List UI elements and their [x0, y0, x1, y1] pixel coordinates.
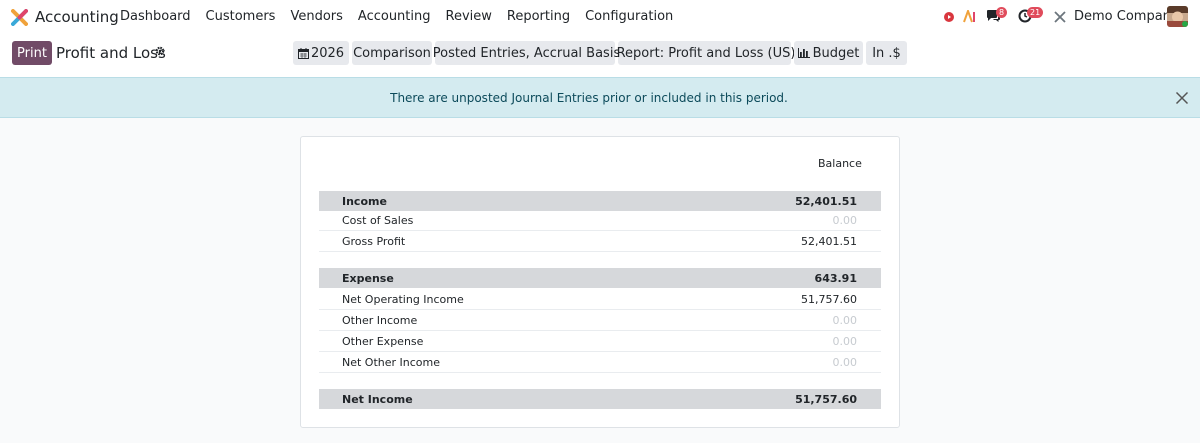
alert-message: There are unposted Journal Entries prior…	[390, 91, 788, 105]
row-label: Expense	[342, 271, 394, 285]
unposted-entries-alert: There are unposted Journal Entries prior…	[0, 77, 1200, 118]
row-value: 52,401.51	[795, 194, 857, 208]
comparison-label: Comparison	[353, 45, 431, 61]
company-switcher[interactable]: Demo Company	[1074, 9, 1179, 24]
gear-icon[interactable]	[155, 46, 165, 56]
row-value: 0.00	[832, 355, 858, 369]
currency-label: In .$	[872, 45, 901, 61]
accounting-app-icon[interactable]	[11, 9, 28, 26]
row-value: 51,757.60	[795, 392, 857, 406]
top-navbar: Accounting Dashboard Customers Vendors A…	[0, 0, 1200, 34]
main-menu: Dashboard Customers Vendors Accounting R…	[120, 9, 673, 24]
report-row-expense[interactable]: Expense 643.91	[319, 268, 881, 288]
report-row-other-income[interactable]: Other Income 0.00	[319, 310, 881, 331]
menu-vendors[interactable]: Vendors	[290, 9, 342, 24]
budget-button[interactable]: Budget	[794, 41, 863, 65]
row-value: 0.00	[832, 313, 858, 327]
row-label: Income	[342, 194, 387, 208]
report-row-net-other-income[interactable]: Net Other Income 0.00	[319, 352, 881, 373]
entries-filter-label: Posted Entries, Accrual Basis	[432, 45, 621, 61]
menu-configuration[interactable]: Configuration	[585, 9, 673, 24]
row-label: Gross Profit	[342, 234, 406, 248]
messages-badge: 8	[996, 7, 1008, 18]
row-value: 0.00	[832, 334, 858, 348]
report-row-income[interactable]: Income 52,401.51	[319, 191, 881, 211]
menu-dashboard[interactable]: Dashboard	[120, 9, 191, 24]
activities-badge: 21	[1027, 7, 1044, 18]
row-label: Net Other Income	[342, 355, 441, 369]
currency-button[interactable]: In .$	[866, 41, 907, 65]
row-value: 52,401.51	[801, 234, 857, 248]
ai-icon[interactable]	[963, 10, 977, 23]
row-value: 0.00	[832, 213, 858, 227]
bar-chart-icon	[797, 48, 810, 58]
report-row-net-income[interactable]: Net Income 51,757.60	[319, 389, 881, 409]
budget-label: Budget	[812, 45, 860, 61]
date-filter-button[interactable]: 2026	[293, 41, 349, 65]
row-label: Net Income	[342, 392, 413, 406]
messages-tray[interactable]: 8	[986, 7, 1010, 25]
date-filter-label: 2026	[310, 45, 345, 61]
record-icon[interactable]	[944, 12, 954, 22]
menu-review[interactable]: Review	[446, 9, 492, 24]
report-row-cost-of-sales[interactable]: Cost of Sales 0.00	[319, 210, 881, 231]
control-panel: Print Profit and Loss 2026 Comparison Po…	[0, 34, 1200, 77]
row-label: Other Expense	[342, 334, 424, 348]
row-label: Other Income	[342, 313, 418, 327]
close-icon[interactable]	[1174, 90, 1190, 106]
balance-column-header: Balance	[818, 157, 862, 170]
row-value: 643.91	[814, 271, 857, 285]
report-row-other-expense[interactable]: Other Expense 0.00	[319, 331, 881, 352]
report-variant-label: Report: Profit and Loss (US)	[616, 45, 796, 61]
entries-filter-button[interactable]: Posted Entries, Accrual Basis	[433, 41, 620, 65]
tools-icon[interactable]	[1054, 11, 1066, 23]
menu-customers[interactable]: Customers	[206, 9, 276, 24]
app-title[interactable]: Accounting	[35, 8, 119, 26]
report-row-gross-profit[interactable]: Gross Profit 52,401.51	[319, 231, 881, 252]
row-label: Net Operating Income	[342, 292, 464, 306]
menu-reporting[interactable]: Reporting	[507, 9, 570, 24]
print-button[interactable]: Print	[12, 41, 52, 65]
report-row-net-operating-income[interactable]: Net Operating Income 51,757.60	[319, 289, 881, 310]
row-label: Cost of Sales	[342, 213, 414, 227]
comparison-button[interactable]: Comparison	[352, 41, 432, 65]
user-avatar[interactable]	[1167, 6, 1188, 27]
calendar-icon	[297, 47, 309, 59]
report-variant-button[interactable]: Report: Profit and Loss (US)	[617, 41, 795, 65]
menu-accounting[interactable]: Accounting	[358, 9, 431, 24]
row-value: 51,757.60	[801, 292, 857, 306]
activities-tray[interactable]: 21	[1018, 7, 1046, 25]
page-title: Profit and Loss	[56, 44, 166, 62]
